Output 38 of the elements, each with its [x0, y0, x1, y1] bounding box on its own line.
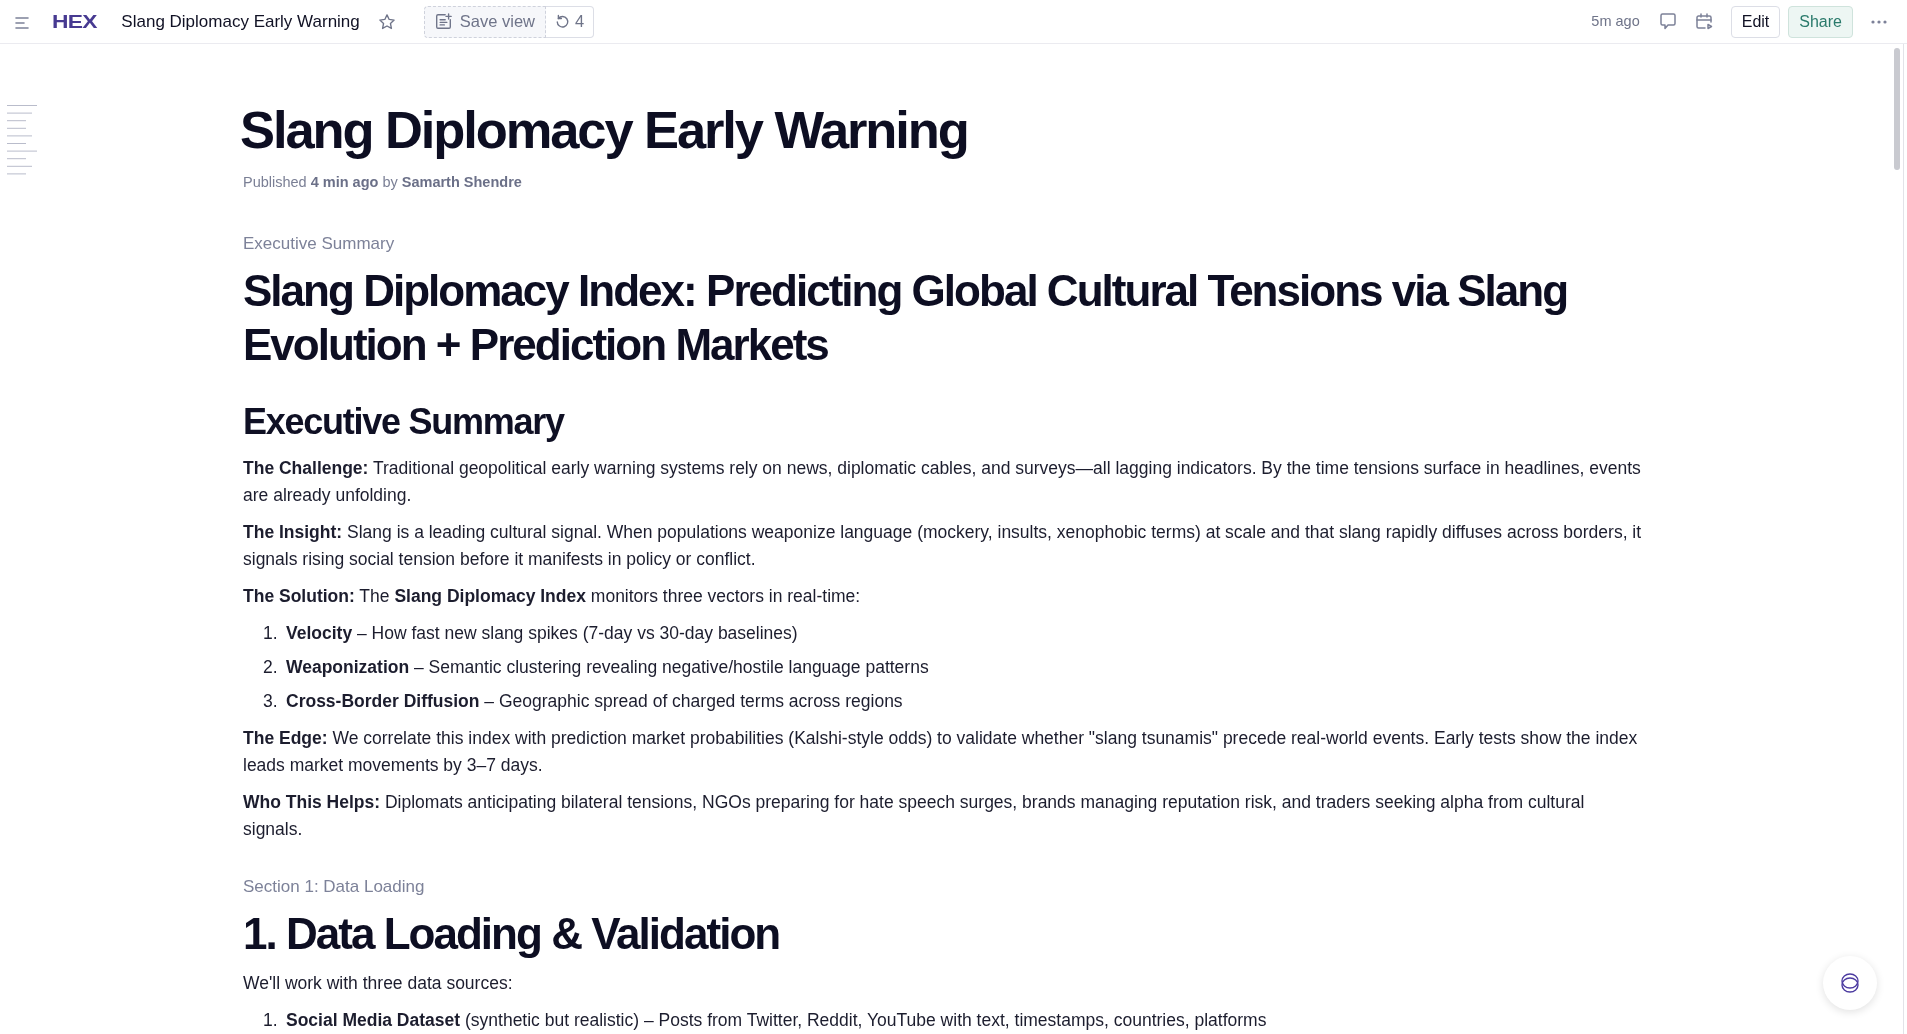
section-heading: 1. Data Loading & Validation — [243, 908, 781, 960]
floating-action-button[interactable] — [1823, 956, 1877, 1010]
scrollbar-thumb[interactable] — [1894, 48, 1900, 170]
paragraph: The Insight: Slang is a leading cultural signal. When populations weaponize language (mockery, insults, xenophobic terms) at scale and that slang rapidly diffuses across borders, it signals rising social tension before it manifests in policy or conflict. — [243, 521, 1643, 571]
project-title: Slang Diplomacy Early Warning — [121, 10, 360, 33]
paragraph: The Challenge: Traditional geopolitical early warning systems rely on news, diplomatic cables, and surveys—all lagging indicators. By the time tensions surface in headlines, events are already unfolding. — [243, 457, 1642, 507]
app-logo[interactable]: HEX — [52, 12, 97, 31]
list-item-text: Velocity – How fast new slang spikes (7-day vs 30-day baselines) — [286, 622, 798, 645]
list-item-text: Cross-Border Diffusion – Geographic spread of charged terms across regions — [286, 690, 903, 713]
paragraph: The Edge: We correlate this index with prediction market probabilities (Kalshi-style odds) to validate whether "slang tsunamis" precede real-world events. Early tests show the index leads market movements by 3–7 days. — [243, 727, 1639, 777]
list-item-text: Social Media Dataset (synthetic but realistic) – Posts from Twitter, Reddit, YouTube with text, timestamps, countries, platforms — [286, 1009, 1267, 1032]
last-saved-time: 5m ago — [1591, 11, 1640, 31]
rings-icon — [1841, 973, 1859, 993]
document-title: Slang Diplomacy Early Warning — [240, 99, 969, 161]
byline: Published 4 min ago by Samarth Shendre — [243, 173, 523, 192]
list-number: 3. — [263, 690, 279, 713]
section-label: Section 1: Data Loading — [243, 876, 426, 898]
paragraph: Who This Helps: Diplomats anticipating bilateral tensions, NGOs preparing for hate speech surges, brands managing reputation risk, and traders seeking alpha from cultural signals. — [243, 791, 1586, 841]
list-number: 1. — [263, 1009, 279, 1032]
menu-icon[interactable] — [15, 16, 29, 29]
note-plus-icon — [434, 13, 452, 30]
section-subheading: Executive Summary — [243, 400, 566, 444]
version-history-button[interactable]: 4 — [546, 5, 595, 38]
save-view-button[interactable]: Save view — [423, 5, 546, 38]
star-icon[interactable] — [377, 12, 396, 31]
list-number: 1. — [263, 622, 279, 645]
paragraph: We'll work with three data sources: — [243, 972, 514, 995]
history-icon — [555, 14, 570, 29]
list-item-text: Weaponization – Semantic clustering revealing negative/hostile language patterns — [286, 656, 929, 679]
more-icon[interactable] — [1871, 19, 1887, 24]
share-button[interactable]: Share — [1788, 5, 1853, 38]
section-label: Executive Summary — [243, 233, 396, 255]
paragraph: The Solution: The Slang Diplomacy Index monitors three vectors in real-time: — [243, 585, 862, 608]
calendar-play-icon[interactable] — [1695, 13, 1713, 30]
section-heading: Slang Diplomacy Index: Predicting Global Cultural Tensions via Slang Evolution + Prediction Markets — [243, 265, 1569, 371]
list-number: 2. — [263, 656, 279, 679]
edit-button[interactable]: Edit — [1730, 5, 1781, 38]
comment-icon[interactable] — [1659, 13, 1676, 30]
